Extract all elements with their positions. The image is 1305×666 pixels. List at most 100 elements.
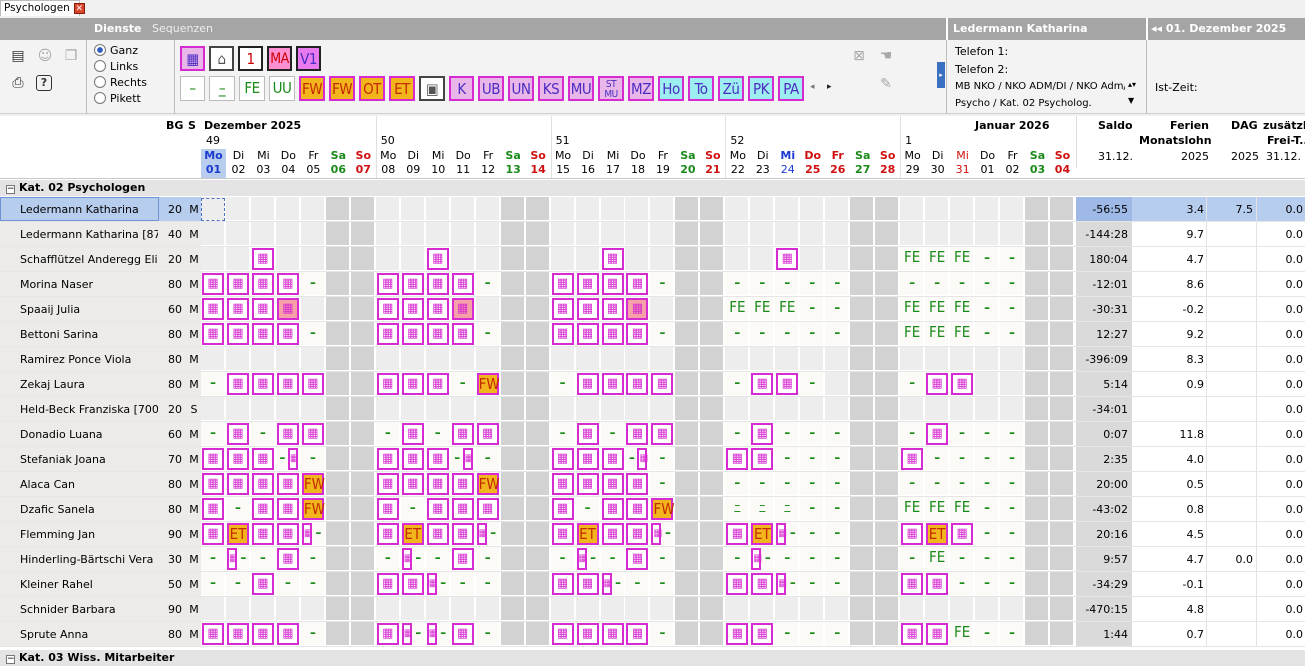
day-cell[interactable] bbox=[525, 622, 550, 646]
day-cell[interactable] bbox=[525, 347, 550, 371]
day-cell[interactable] bbox=[750, 597, 775, 621]
day-cell[interactable] bbox=[450, 197, 475, 221]
day-cell[interactable] bbox=[875, 622, 900, 646]
employee-name[interactable]: Ramirez Ponce Viola bbox=[20, 347, 158, 372]
day-cell[interactable] bbox=[875, 372, 900, 396]
day-cell[interactable] bbox=[650, 197, 675, 221]
palette-code-button[interactable]: To bbox=[688, 76, 714, 101]
day-header[interactable]: Sa 27 bbox=[850, 149, 875, 178]
day-cell[interactable] bbox=[350, 472, 375, 496]
day-cell[interactable] bbox=[275, 222, 300, 246]
day-cell[interactable] bbox=[525, 447, 550, 471]
day-cell[interactable] bbox=[325, 372, 350, 396]
day-cell[interactable] bbox=[700, 622, 725, 646]
day-cell[interactable] bbox=[525, 222, 550, 246]
edit-icon[interactable]: ✎ bbox=[877, 76, 895, 94]
day-header[interactable]: Di 23 bbox=[750, 149, 775, 178]
day-cell[interactable] bbox=[1025, 572, 1049, 596]
day-header[interactable]: Sa 03 bbox=[1025, 149, 1050, 178]
palette-code-button[interactable]: PK bbox=[748, 76, 774, 101]
day-header[interactable]: Fr 05 bbox=[301, 149, 326, 178]
day-cell[interactable] bbox=[850, 347, 875, 371]
day-cell[interactable] bbox=[350, 522, 375, 546]
table-row[interactable]: Schnider Barbara 90 M -470:15 4.8 0.0 bbox=[0, 597, 1305, 622]
table-row[interactable]: Dzafic Sanela 80 M ▦ – ▦ ▦ FW ▦ – ▦ ▦ ▦ ▦ – ▦ ▦ FW –̲ –̲ –̲ –… bbox=[0, 497, 1305, 522]
day-cell[interactable] bbox=[325, 297, 350, 321]
day-cell[interactable] bbox=[750, 247, 775, 271]
day-cell[interactable] bbox=[475, 247, 500, 271]
day-cell[interactable] bbox=[675, 597, 700, 621]
day-header[interactable]: Di 30 bbox=[925, 149, 950, 178]
day-cell[interactable] bbox=[500, 497, 525, 521]
table-row[interactable]: Sprute Anna 80 M ▦ ▦ ▦ ▦ – ▦ ▦ – ▦ – ▦ – ▦ ▦ ▦ ▦ – ▦ ▦ – – – ▦ ▦ FE… bbox=[0, 622, 1305, 647]
day-cell[interactable] bbox=[1000, 197, 1025, 221]
table-row[interactable]: Alaca Can 80 M ▦ ▦ ▦ ▦ FW ▦ ▦ ▦ ▦ FW ▦ ▦ ▦ ▦ – – – – – – – – – – –2… bbox=[0, 472, 1305, 497]
day-cell[interactable] bbox=[1049, 372, 1074, 396]
day-cell[interactable] bbox=[350, 297, 375, 321]
day-cell[interactable] bbox=[375, 197, 400, 221]
day-cell[interactable] bbox=[525, 422, 550, 446]
day-cell[interactable] bbox=[925, 347, 950, 371]
palette-code-button[interactable]: V1 bbox=[296, 46, 321, 71]
day-cell[interactable] bbox=[500, 272, 525, 296]
day-cell[interactable] bbox=[950, 347, 975, 371]
day-cell[interactable] bbox=[350, 597, 375, 621]
day-cell[interactable] bbox=[700, 322, 725, 346]
day-cell[interactable] bbox=[850, 472, 875, 496]
day-cell[interactable] bbox=[300, 347, 325, 371]
palette-code-button[interactable]: –̲ bbox=[209, 76, 235, 101]
day-cell[interactable] bbox=[950, 222, 975, 246]
day-cell[interactable] bbox=[675, 222, 700, 246]
day-cell[interactable] bbox=[525, 322, 550, 346]
day-cell[interactable] bbox=[975, 197, 1000, 221]
day-cell[interactable] bbox=[375, 222, 400, 246]
day-cell[interactable] bbox=[325, 222, 350, 246]
day-cell[interactable] bbox=[825, 597, 850, 621]
day-cell[interactable] bbox=[925, 597, 950, 621]
day-header[interactable]: So 07 bbox=[351, 149, 376, 178]
day-cell[interactable] bbox=[775, 597, 800, 621]
day-cell[interactable] bbox=[775, 347, 800, 371]
day-cell[interactable] bbox=[875, 572, 900, 596]
day-cell[interactable] bbox=[300, 222, 325, 246]
day-cell[interactable] bbox=[625, 597, 650, 621]
day-cell[interactable] bbox=[650, 597, 675, 621]
day-cell[interactable] bbox=[1049, 247, 1074, 271]
day-cell[interactable] bbox=[325, 597, 350, 621]
day-cell[interactable] bbox=[525, 372, 550, 396]
day-cell[interactable] bbox=[525, 547, 550, 571]
day-cell[interactable] bbox=[325, 547, 350, 571]
palette-code-button[interactable]: FE bbox=[239, 76, 265, 101]
day-header[interactable]: Fr 19 bbox=[650, 149, 675, 178]
day-header[interactable]: Do 25 bbox=[800, 149, 825, 178]
day-header[interactable]: So 14 bbox=[526, 149, 551, 178]
day-cell[interactable] bbox=[675, 322, 700, 346]
day-header[interactable]: Sa 20 bbox=[675, 149, 700, 178]
day-cell[interactable] bbox=[800, 397, 825, 421]
table-row[interactable]: Hinderling-Bärtschi Vera 30 M – ▦ – – ▦ – – ▦ – – ▦ – –… bbox=[0, 547, 1305, 572]
day-cell[interactable] bbox=[1025, 472, 1049, 496]
day-cell[interactable] bbox=[900, 197, 925, 221]
day-cell[interactable] bbox=[1049, 572, 1074, 596]
day-cell[interactable] bbox=[300, 297, 325, 321]
employee-name[interactable]: Ledermann Katharina [87306] bbox=[20, 222, 158, 247]
radio-ganz[interactable]: Ganz bbox=[94, 43, 138, 58]
day-cell[interactable] bbox=[850, 422, 875, 446]
tab-dienste[interactable]: Dienste bbox=[94, 18, 141, 40]
palette-image-button[interactable]: ▣ bbox=[419, 76, 445, 101]
day-cell[interactable] bbox=[850, 372, 875, 396]
table-row[interactable]: Zekaj Laura 80 M – ▦ ▦ ▦ ▦ ▦ ▦ ▦ – FW – ▦ ▦ ▦ ▦ – ▦ ▦ – – ▦ ▦ 5:1… bbox=[0, 372, 1305, 397]
day-cell[interactable] bbox=[700, 372, 725, 396]
day-cell[interactable] bbox=[250, 222, 275, 246]
day-cell[interactable] bbox=[201, 397, 225, 421]
palette-code-button[interactable]: UU bbox=[269, 76, 295, 101]
day-cell[interactable] bbox=[425, 222, 450, 246]
day-cell[interactable] bbox=[775, 222, 800, 246]
palette-building-button[interactable]: ▦ bbox=[180, 46, 205, 71]
day-cell[interactable] bbox=[225, 247, 250, 271]
day-cell[interactable] bbox=[950, 397, 975, 421]
day-cell[interactable] bbox=[875, 597, 900, 621]
day-cell[interactable] bbox=[675, 522, 700, 546]
palette-house-button[interactable]: ⌂ bbox=[209, 46, 234, 71]
radio-rechts[interactable]: Rechts bbox=[94, 75, 147, 90]
